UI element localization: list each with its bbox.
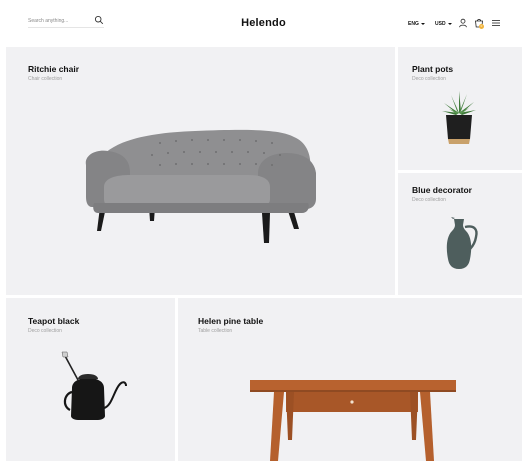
vase-image <box>446 217 478 269</box>
user-icon[interactable] <box>458 18 468 28</box>
tile-subtitle: Deco collection <box>412 76 446 82</box>
chevron-down-icon <box>447 23 452 25</box>
teapot-image <box>61 351 127 420</box>
product-tile-blue-decorator[interactable]: Blue decorator Deco collection <box>398 173 522 295</box>
tile-subtitle: Chair collection <box>28 76 63 82</box>
product-tile-plant-pots[interactable]: Plant pots Deco collection <box>398 47 522 170</box>
chevron-down-icon <box>420 23 425 25</box>
tile-subtitle: Deco collection <box>28 328 62 334</box>
sofa-image <box>85 129 316 243</box>
tile-title: Ritchie chair <box>28 64 80 74</box>
currency-selector[interactable]: USD <box>435 21 452 27</box>
tile-title: Plant pots <box>412 64 454 74</box>
product-tile-teapot-black[interactable]: Teapot black Deco collection <box>6 298 175 461</box>
tile-title: Blue decorator <box>412 185 472 195</box>
tile-title: Teapot black <box>28 316 80 326</box>
product-tile-helen-pine-table[interactable]: Helen pine table Table collection <box>178 298 522 461</box>
search-box <box>28 15 104 28</box>
tile-title: Helen pine table <box>198 316 264 326</box>
menu-icon[interactable] <box>491 18 501 28</box>
site-header: Helendo ENG USD 0 <box>0 0 527 46</box>
plant-pot-image <box>442 91 476 144</box>
table-image <box>250 380 456 461</box>
currency-label: USD <box>435 21 446 27</box>
cart-count-badge: 0 <box>479 24 484 29</box>
search-icon[interactable] <box>94 15 104 25</box>
tile-subtitle: Deco collection <box>412 197 446 203</box>
search-input[interactable] <box>28 15 90 26</box>
product-tile-ritchie-chair[interactable]: Ritchie chair Chair collection <box>6 47 395 295</box>
language-label: ENG <box>408 21 419 27</box>
language-selector[interactable]: ENG <box>408 21 425 27</box>
tile-subtitle: Table collection <box>198 328 233 334</box>
